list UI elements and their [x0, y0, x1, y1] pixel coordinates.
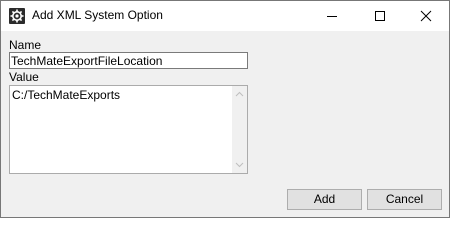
window-title: Add XML System Option	[32, 8, 163, 22]
name-label: Name	[9, 38, 42, 52]
minimize-button[interactable]	[309, 1, 355, 31]
scroll-down-icon[interactable]	[235, 162, 244, 168]
close-button[interactable]	[403, 1, 449, 31]
dialog-window: Add XML System Option Name Value C:/Tech…	[0, 0, 450, 218]
maximize-icon	[375, 11, 385, 21]
close-icon	[420, 10, 432, 22]
scroll-up-icon[interactable]	[235, 91, 244, 97]
add-button[interactable]: Add	[287, 189, 362, 210]
title-bar[interactable]: Add XML System Option	[1, 1, 449, 31]
minimize-icon	[327, 16, 337, 17]
value-text: C:/TechMateExports	[12, 88, 121, 102]
vertical-scrollbar[interactable]	[232, 86, 247, 173]
value-textarea[interactable]: C:/TechMateExports	[9, 85, 248, 174]
value-label: Value	[9, 70, 39, 84]
maximize-button[interactable]	[357, 1, 403, 31]
name-input[interactable]	[9, 52, 248, 69]
gear-icon	[9, 8, 25, 24]
cancel-button[interactable]: Cancel	[367, 189, 442, 210]
dialog-body: Name Value C:/TechMateExports Add Cancel	[1, 31, 449, 217]
